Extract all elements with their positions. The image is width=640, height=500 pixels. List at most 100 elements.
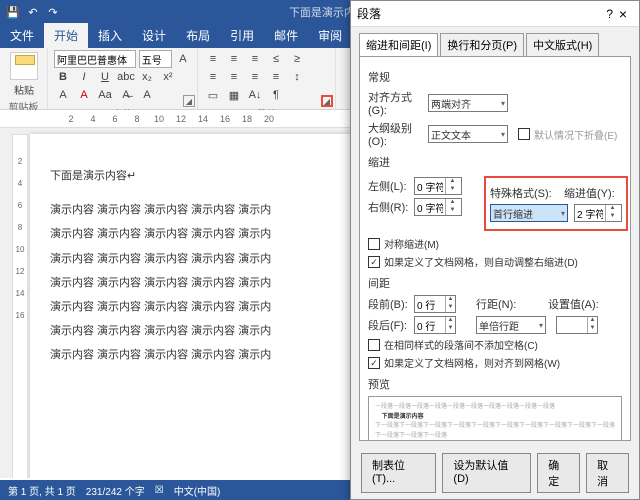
align-select[interactable]: 两端对齐▾ — [428, 94, 508, 112]
dialog-help-icon[interactable]: ? — [606, 7, 613, 21]
change-case-icon[interactable]: Aa — [96, 86, 114, 104]
snapgrid-label: 如果定义了文档网格，则对齐到网格(W) — [384, 355, 560, 370]
bold-icon[interactable]: B — [54, 68, 72, 86]
dialog-tab-2[interactable]: 中文版式(H) — [526, 33, 599, 56]
dialog-tab-0[interactable]: 缩进和间距(I) — [359, 33, 438, 56]
increase-indent-icon[interactable]: ≥ — [288, 50, 306, 68]
snapgrid-checkbox[interactable]: ✓ — [368, 357, 380, 369]
linespacing-label: 行距(N): — [476, 296, 520, 312]
doc-line: 演示内容 演示内容 演示内容 演示内容 演示内 — [50, 198, 330, 222]
sub-icon[interactable]: x₂ — [138, 68, 156, 86]
shrink-font-icon[interactable]: A — [175, 50, 191, 68]
align-right-icon[interactable]: ≡ — [246, 68, 264, 86]
autogrid-checkbox[interactable]: ✓ — [368, 256, 380, 268]
tab-邮件[interactable]: 邮件 — [264, 23, 308, 48]
before-input[interactable]: ▲▼ — [414, 295, 456, 313]
justify-icon[interactable]: ≡ — [267, 68, 285, 86]
italic-icon[interactable]: I — [75, 68, 93, 86]
paragraph-dialog-launcher[interactable]: ◢ — [321, 95, 333, 107]
indent-right-label: 右侧(R): — [368, 199, 410, 215]
setval-label: 设置值(A): — [548, 296, 599, 312]
outline-select[interactable]: 正文文本▾ — [428, 125, 508, 143]
paragraph-dialog: 段落 ? × 缩进和间距(I)换行和分页(P)中文版式(H) 常规 对齐方式(G… — [350, 0, 640, 500]
align-center-icon[interactable]: ≡ — [225, 68, 243, 86]
vertical-ruler[interactable]: 246810121416 — [12, 134, 28, 478]
save-icon[interactable]: 💾 — [6, 5, 20, 19]
indent-val-label: 缩进值(Y): — [564, 185, 615, 201]
undo-icon[interactable]: ↶ — [26, 5, 40, 19]
default-button[interactable]: 设为默认值(D) — [442, 453, 531, 493]
special-label: 特殊格式(S): — [490, 185, 556, 201]
special-format-select[interactable]: 首行缩进▾ — [490, 204, 568, 222]
doc-line: 演示内容 演示内容 演示内容 演示内容 演示内 — [50, 222, 330, 246]
section-preview: 预览 — [368, 376, 622, 392]
qat: 💾 ↶ ↷ — [6, 5, 60, 19]
tab-开始[interactable]: 开始 — [44, 23, 88, 48]
dialog-tabs: 缩进和间距(I)换行和分页(P)中文版式(H) — [351, 27, 639, 56]
close-icon[interactable]: × — [613, 6, 633, 22]
borders-icon[interactable]: ▦ — [225, 86, 243, 104]
cancel-button[interactable]: 取消 — [586, 453, 629, 493]
font-dialog-launcher[interactable]: ◢ — [183, 95, 195, 107]
tab-设计[interactable]: 设计 — [132, 23, 176, 48]
bullets-icon[interactable]: ≡ — [204, 50, 222, 68]
section-general: 常规 — [368, 69, 622, 85]
multilevel-icon[interactable]: ≡ — [246, 50, 264, 68]
strike-icon[interactable]: abc — [117, 68, 135, 86]
paste-button[interactable]: 粘贴 — [6, 50, 42, 97]
tab-插入[interactable]: 插入 — [88, 23, 132, 48]
line-spacing-icon[interactable]: ↕ — [288, 68, 306, 86]
tabstops-button[interactable]: 制表位(T)... — [361, 453, 436, 493]
clipboard-icon — [10, 52, 38, 80]
doc-line: 演示内容 演示内容 演示内容 演示内容 演示内 — [50, 271, 330, 295]
nospace-checkbox[interactable] — [368, 339, 380, 351]
status-lang[interactable]: 中文(中国) — [174, 483, 221, 498]
dialog-title: 段落 — [357, 5, 381, 22]
preview-box: 一段落一段落一段落一段落一段落一段落一段落一段落一段落一段落 下面是演示内容 下… — [368, 396, 622, 441]
ok-button[interactable]: 确定 — [537, 453, 580, 493]
linespacing-select[interactable]: 单倍行距▾ — [476, 316, 546, 334]
mirror-label: 对称缩进(M) — [384, 236, 439, 251]
tab-文件[interactable]: 文件 — [0, 23, 44, 48]
doc-line: 演示内容 演示内容 演示内容 演示内容 演示内 — [50, 247, 330, 271]
setval-input[interactable]: ▲▼ — [556, 316, 598, 334]
font-size-select[interactable]: 五号 — [139, 50, 172, 68]
indent-value-input[interactable]: ▲▼ — [574, 204, 622, 222]
shading-icon[interactable]: ▭ — [204, 86, 222, 104]
sup-icon[interactable]: x² — [159, 68, 177, 86]
clear-format-icon[interactable]: A̶ — [117, 86, 135, 104]
nospace-label: 在相同样式的段落间不添加空格(C) — [384, 337, 538, 352]
mirror-checkbox[interactable] — [368, 238, 380, 250]
decrease-indent-icon[interactable]: ≤ — [267, 50, 285, 68]
underline-icon[interactable]: U — [96, 68, 114, 86]
align-left-icon[interactable]: ≡ — [204, 68, 222, 86]
status-words[interactable]: 231/242 个字 — [86, 483, 145, 498]
dialog-tab-1[interactable]: 换行和分页(P) — [440, 33, 524, 56]
after-label: 段后(F): — [368, 317, 410, 333]
tab-审阅[interactable]: 审阅 — [308, 23, 352, 48]
collapse-label: 默认情况下折叠(E) — [534, 127, 617, 142]
page[interactable]: 下面是演示内容↵ 演示内容 演示内容 演示内容 演示内容 演示内演示内容 演示内… — [30, 134, 350, 478]
font-name-select[interactable]: 阿里巴巴普惠体 — [54, 50, 136, 68]
highlight-icon[interactable]: A — [54, 86, 72, 104]
align-label: 对齐方式(G): — [368, 89, 424, 117]
section-indent: 缩进 — [368, 154, 622, 170]
font-color-icon[interactable]: A — [75, 86, 93, 104]
after-input[interactable]: ▲▼ — [414, 316, 456, 334]
doc-line: 演示内容 演示内容 演示内容 演示内容 演示内 — [50, 343, 330, 367]
status-page[interactable]: 第 1 页, 共 1 页 — [8, 483, 76, 498]
showmarks-icon[interactable]: ¶ — [267, 86, 285, 104]
phonetic-icon[interactable]: A — [138, 86, 156, 104]
sort-icon[interactable]: A↓ — [246, 86, 264, 104]
section-spacing: 间距 — [368, 275, 622, 291]
numbering-icon[interactable]: ≡ — [225, 50, 243, 68]
document-area: 246810121416 下面是演示内容↵ 演示内容 演示内容 演示内容 演示内… — [0, 128, 350, 478]
redo-icon[interactable]: ↷ — [46, 5, 60, 19]
status-lang-icon: ☒ — [155, 485, 164, 496]
tab-引用[interactable]: 引用 — [220, 23, 264, 48]
outline-label: 大纲级别(O): — [368, 120, 424, 148]
indent-right-input[interactable]: ▲▼ — [414, 198, 462, 216]
tab-布局[interactable]: 布局 — [176, 23, 220, 48]
indent-left-input[interactable]: ▲▼ — [414, 177, 462, 195]
highlight-box: 特殊格式(S): 缩进值(Y): 首行缩进▾ ▲▼ — [484, 176, 628, 231]
